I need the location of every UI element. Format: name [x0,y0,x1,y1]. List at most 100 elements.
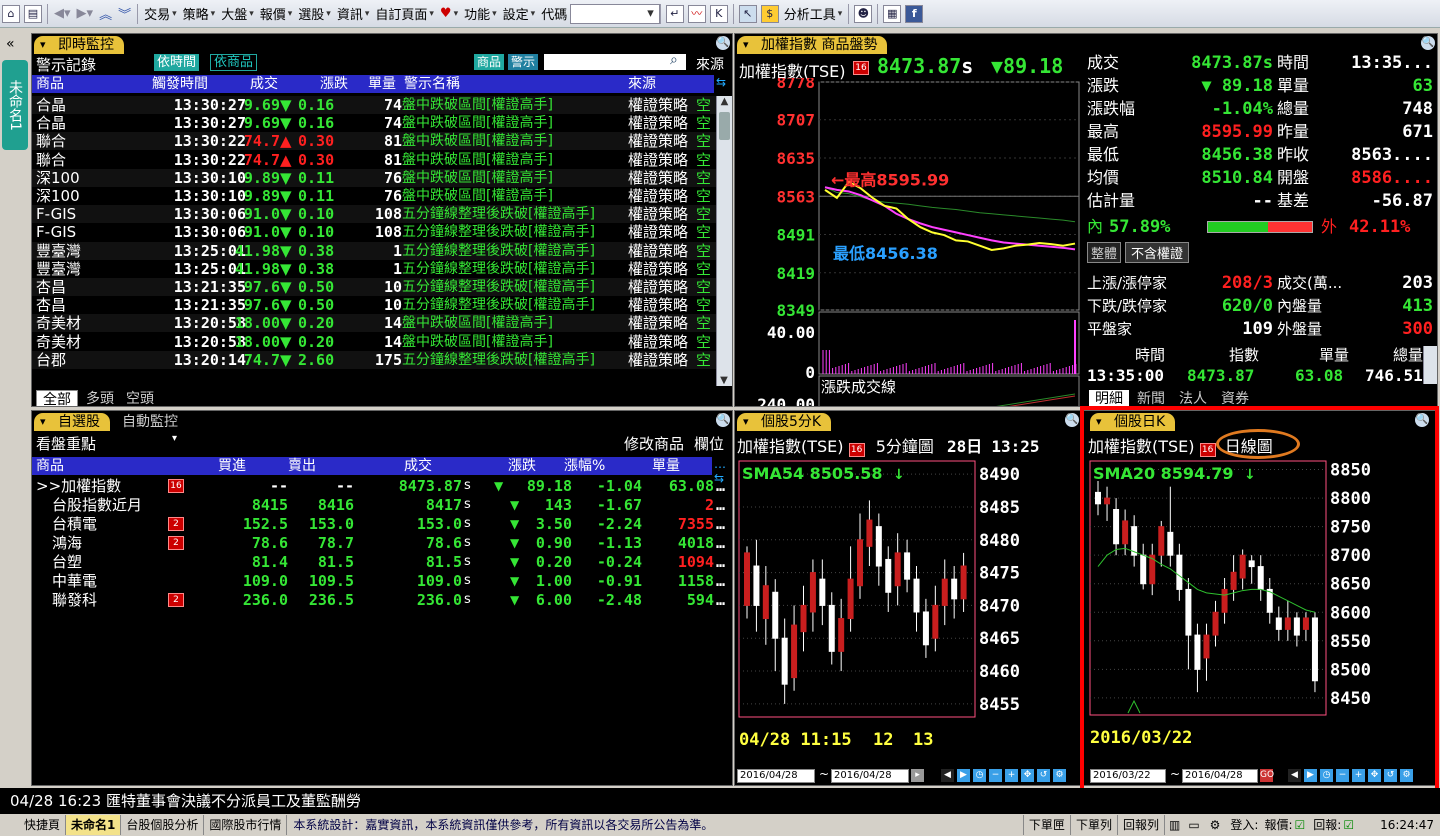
dollar-icon[interactable]: $ [760,4,779,23]
table-row[interactable]: F-GIS 13:30:06 91.0 ▼ 0.10 108 五分鐘線整理後跌破[權證高手]… [32,223,716,241]
card-icon[interactable]: ▭ [1184,814,1203,836]
table-row[interactable]: 豐臺灣 13:25:01 41.98 ▼ 0.38 1 五分鐘線整理後跌破[權證高手] 權證策… [32,241,716,260]
back-icon[interactable]: ◀▾ [51,3,74,25]
report-bar-button[interactable]: 回報列 [1118,815,1165,835]
move-icon[interactable]: ✥ [1368,769,1381,782]
page-icon[interactable]: ▤ [24,4,42,23]
tab-all[interactable]: 全部 [36,390,78,406]
clock-icon[interactable]: ◷ [973,769,986,782]
col-price[interactable]: 成交 [250,75,278,93]
col-bid[interactable]: 買進 [218,457,246,475]
end-date-select[interactable]: 2016/04/28 [1182,769,1258,783]
tab-news[interactable]: 新聞 [1131,390,1171,406]
group-select[interactable]: 看盤重點 ▾ [36,433,186,454]
kline-daily-chart[interactable]: 8850 8800 8750 8700 8650 8600 8550 8500 8450 SMA2… [1088,457,1434,757]
task-intl-markets[interactable]: 國際股市行情 [204,815,288,835]
zoom-in-icon[interactable]: + [1352,769,1365,782]
tab-watchlist[interactable]: 自選股 [34,413,110,431]
reset-icon[interactable]: ↺ [1384,769,1397,782]
table-row[interactable]: 台股指數近月 8415 8416 8417 143 -1.67 2 ▼ s… [32,496,732,514]
table-row[interactable]: 聯發科 2 236.0 236.5 236.0 6.00 -2.48 594 ▼ s… [32,591,732,609]
menu-screener[interactable]: 選股 [295,3,334,25]
col-change[interactable]: 漲跌 [320,75,348,93]
menu-settings[interactable]: 設定 [500,3,539,25]
start-date-select[interactable]: 2016/03/22 [1090,769,1166,783]
start-date-select[interactable]: 2016/04/28 [737,769,815,783]
menu-trade[interactable]: 交易 [141,3,180,25]
zoom-out-icon[interactable]: − [989,769,1002,782]
tab-auto-monitor[interactable]: 自動監控 [116,413,184,431]
chart-icon[interactable]: 〰 [687,4,706,23]
search-tab-product[interactable]: 商品 [474,54,505,70]
tab-index-market[interactable]: 加權指數 商品盤勢 [737,36,888,54]
tab-long[interactable]: 多頭 [80,390,120,406]
tab-margin[interactable]: 資券 [1215,390,1255,406]
table-row[interactable]: 鴻海 2 78.6 78.7 78.6 0.90 -1.13 4018 ▼ s… [32,534,732,552]
intraday-chart[interactable]: 8778 8707 8635 8563 8491 8419 8349 ←最高8595.99 最低… [735,78,1081,407]
alert-scrollbar[interactable]: ▲ ▼ [716,96,732,386]
settings-icon[interactable]: ⚙ [1053,769,1066,782]
play-left-button[interactable]: ◀ [1288,769,1301,782]
table-row[interactable]: 深100 13:30:10 9.89 ▼ 0.11 76 盤中跌破區間[權證高手] 權證策略空 [32,168,716,187]
col-quantity[interactable]: 單量 [652,457,680,475]
overall-button[interactable]: 整體 [1087,242,1122,263]
col-change-pct[interactable]: 漲幅% [564,457,605,475]
gear-icon[interactable]: ⚙ [1204,814,1227,836]
tab-daily-k[interactable]: 個股日K [1090,413,1176,431]
scroll-up-button[interactable]: ▲ [717,96,732,110]
search-icon[interactable]: ⌕ [670,52,678,68]
menu-custom-page[interactable]: 自訂頁面 [372,3,437,25]
table-row[interactable]: 台塑 81.4 81.5 81.5 0.20 -0.24 1094 ▼ s… [32,553,732,571]
table-row[interactable]: 杏昌 13:21:35 97.6 ▼ 0.50 10 五分鐘線整理後跌破[權證高手] 權證策略… [32,278,716,296]
header-sort-icon[interactable]: ⇆ [716,75,726,89]
kline-5min-chart[interactable]: 8490 8485 8480 8475 8470 8465 8460 8455 SMA54 85… [735,457,1081,757]
move-icon[interactable]: ✥ [1021,769,1034,782]
by-time-button[interactable]: 依時間 [154,54,200,71]
col-change[interactable]: 漲跌 [508,457,536,475]
forward-icon[interactable]: ▶▾ [74,3,97,25]
scroll-down-icon[interactable]: ︾ [115,3,134,25]
col-source[interactable]: 來源 [628,75,656,93]
zoom-out-icon[interactable]: − [1336,769,1349,782]
col-alert-name[interactable]: 警示名稱 [404,75,460,93]
col-ask[interactable]: 賣出 [288,457,316,475]
table-row[interactable]: >>加權指數 16 -- -- 8473.87 89.18 -1.04 63.08 ▼ s… [32,477,732,495]
scroll-thumb[interactable] [719,112,730,140]
col-product[interactable]: 商品 [36,75,64,93]
news-ticker[interactable]: 04/28 16:23 匯特董事會決議不分派員工及董監酬勞 [0,788,1440,814]
modify-products-button[interactable]: 修改商品 [624,433,684,454]
search-input[interactable] [544,54,686,70]
play-right-button[interactable]: ▶ [957,769,970,782]
menu-market[interactable]: 大盤 [218,3,257,25]
col-product[interactable]: 商品 [36,457,64,475]
play-right-button[interactable]: ▶ [1304,769,1317,782]
table-row[interactable]: 杏昌 13:21:35 97.6 ▼ 0.50 10 五分鐘線整理後跌破[權證高手] 權證策略… [32,296,716,314]
play-left-button[interactable]: ◀ [941,769,954,782]
zoom-icon[interactable]: 🔍 [1415,413,1429,427]
menu-function[interactable]: 功能 [461,3,500,25]
table-row[interactable]: 聯合 13:30:22 74.7 ▲ 0.30 81 盤中跌破區間[權證高手] 權證策略空 [32,132,716,151]
col-trigger-time[interactable]: 觸發時間 [152,75,208,93]
table-row[interactable]: 深100 13:30:10 9.89 ▼ 0.11 76 盤中跌破區間[權證高手] 權證策略空 [32,187,716,205]
by-product-button[interactable]: 依商品 [210,54,258,71]
table-row[interactable]: 奇美材 13:20:58 18.00 ▼ 0.20 14 盤中跌破區間[權證高手] 權證策略空 [32,314,716,333]
tick-row[interactable]: 13:35:00 8473.87 63.08 746.51 [1085,367,1437,385]
user-icon[interactable]: ☻ [854,4,873,23]
menu-quote[interactable]: 報價 [257,3,296,25]
zoom-icon[interactable]: 🔍 [716,36,730,50]
collapse-icon[interactable]: « [6,36,15,52]
reset-icon[interactable]: ↺ [1037,769,1050,782]
menu-strategy[interactable]: 策略 [180,3,219,25]
dropdown-icon[interactable]: ▾ [644,3,657,25]
tab-5min-k[interactable]: 個股5分K [737,413,832,431]
table-row[interactable]: 台積電 2 152.5 153.0 153.0 3.50 -2.24 7355 ▼ s… [32,515,732,533]
col-price[interactable]: 成交 [404,457,432,475]
tab-institutional[interactable]: 法人 [1173,390,1213,406]
tab-short[interactable]: 空頭 [120,390,160,406]
table-row[interactable]: 合晶 13:30:27 9.69 ▼ 0.16 74 盤中跌破區間[權證高手] 權證策略空 [32,114,716,132]
order-bar-button[interactable]: 下單列 [1071,815,1118,835]
table-row[interactable]: 中華電 109.0 109.5 109.0 1.00 -0.91 1158 ▼ s… [32,572,732,590]
end-date-select[interactable]: 2016/04/28 [831,769,909,783]
table-row[interactable]: 豐臺灣 13:25:01 41.98 ▼ 0.38 1 五分鐘線整理後跌破[權證高手] 權證策… [32,260,716,278]
settings-icon[interactable]: ⚙ [1400,769,1413,782]
